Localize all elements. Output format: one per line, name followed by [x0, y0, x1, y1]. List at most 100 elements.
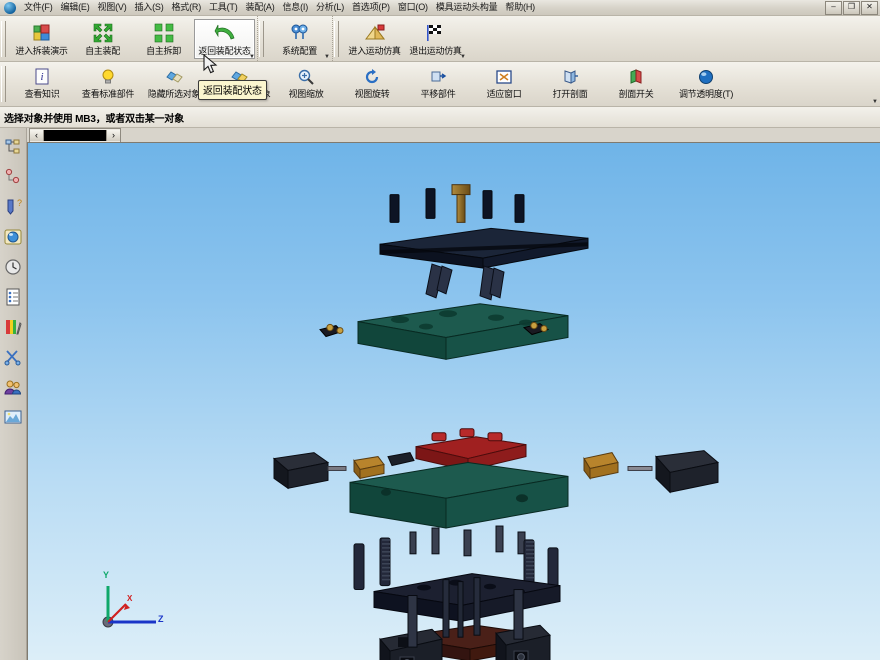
- sprue-bushing: [451, 184, 471, 223]
- menu-analysis[interactable]: 分析(L): [312, 1, 348, 14]
- hide-object-icon: [165, 66, 183, 87]
- viewport-active-tab[interactable]: [44, 129, 106, 141]
- menu-window[interactable]: 窗口(O): [394, 1, 432, 14]
- colored-blocks-icon: [32, 23, 52, 44]
- picture-browser-button[interactable]: [1, 402, 25, 431]
- people-roles-button[interactable]: [1, 372, 25, 401]
- button-label: 自主拆卸: [146, 45, 181, 56]
- menu-insert[interactable]: 插入(S): [131, 1, 168, 14]
- toolbar-grip[interactable]: [334, 20, 339, 57]
- restore-button[interactable]: ❐: [843, 1, 860, 15]
- blue-sphere-icon: [697, 66, 715, 87]
- secondary-toolbar: i 查看知识 查看标准部件 隐藏所选对象 视图缩放 视图旋转 平移部件 适应窗口…: [0, 62, 880, 107]
- toolbar-overflow-chevron-icon[interactable]: ▼: [324, 54, 330, 60]
- axis-label-x: X: [127, 594, 133, 603]
- menu-information[interactable]: 信息(I): [279, 1, 313, 14]
- app-sphere-icon: [4, 1, 16, 14]
- button-label: 系统配置: [282, 45, 317, 56]
- rotate-circle-icon: [363, 66, 381, 87]
- free-assembly-button[interactable]: 自主装配: [72, 19, 133, 59]
- pan-part-button[interactable]: 平移部件: [405, 62, 471, 106]
- system-configuration-button[interactable]: 系统配置 ▼: [269, 19, 330, 60]
- axis-label-z: Z: [158, 614, 164, 624]
- info-book-icon: i: [33, 66, 51, 87]
- green-arrows-in-icon: [93, 23, 113, 44]
- minimize-button[interactable]: –: [825, 1, 842, 15]
- scissors-tool-button[interactable]: [1, 342, 25, 371]
- cue-text: 选择对象并使用 MB3，或者双击某一对象: [4, 113, 184, 125]
- status-cue-line: 选择对象并使用 MB3，或者双击某一对象: [0, 107, 880, 128]
- section-switch-icon: [627, 66, 645, 87]
- tooltip-return-to-assembled-state: 返回装配状态: [198, 80, 267, 100]
- close-button[interactable]: ✕: [861, 1, 878, 15]
- toolbar-overflow-chevron-icon[interactable]: ▼: [872, 99, 878, 105]
- enter-motion-simulation-button[interactable]: 进入运动仿真: [344, 19, 405, 59]
- graphics-viewport[interactable]: Y Z X: [27, 142, 880, 660]
- level-upper-cavity-plate: [319, 303, 569, 360]
- reuse-library-button[interactable]: [1, 222, 25, 251]
- menu-format[interactable]: 格式(R): [168, 1, 206, 14]
- toolbar-grip[interactable]: [1, 66, 6, 102]
- main-body: ? ‹ › Y Z X: [0, 127, 880, 660]
- button-label: 打开剖面: [552, 89, 588, 99]
- button-label: 进入运动仿真: [348, 45, 401, 56]
- adjust-transparency-button[interactable]: 调节透明度(T) ▼: [669, 62, 878, 106]
- coordinate-triad: Y Z X: [90, 570, 180, 642]
- svg-text:i: i: [40, 71, 43, 83]
- menu-help[interactable]: 帮助(H): [501, 1, 539, 14]
- color-palette-button[interactable]: [1, 312, 25, 341]
- scroll-right-arrow-icon[interactable]: ›: [106, 129, 120, 141]
- toolbar-overflow-chevron-icon[interactable]: ▼: [249, 54, 255, 60]
- level-ejector-plate: [353, 537, 561, 622]
- section-toggle-button[interactable]: 剖面开关: [603, 62, 669, 106]
- assembly-demo-group: 进入拆装演示 自主装配 自主拆卸 返回装配状态 ▼: [9, 16, 258, 61]
- model-exploded-view: Y Z X: [28, 143, 880, 660]
- menu-mold-motion[interactable]: 模具运动头构量: [432, 1, 502, 14]
- return-to-assembled-state-button[interactable]: 返回装配状态 ▼: [194, 18, 255, 60]
- scroll-left-arrow-icon[interactable]: ‹: [30, 129, 44, 141]
- fit-window-icon: [495, 66, 513, 87]
- menu-edit[interactable]: 编辑(E): [57, 1, 94, 14]
- enter-disassembly-demo-button[interactable]: 进入拆装演示: [11, 19, 72, 59]
- menu-assembly[interactable]: 装配(A): [242, 1, 279, 14]
- view-knowledge-button[interactable]: i 查看知识: [9, 62, 75, 106]
- menu-view[interactable]: 视图(V): [94, 1, 131, 14]
- window-controls: – ❐ ✕: [825, 1, 878, 15]
- motion-simulation-group: 进入运动仿真 退出运动仿真 ▼: [342, 16, 468, 61]
- button-label: 隐藏所选对象: [147, 89, 201, 99]
- side-hardware-left: [319, 323, 344, 338]
- menu-tools[interactable]: 工具(T): [205, 1, 242, 14]
- clock-history-button[interactable]: [1, 252, 25, 281]
- toolbar-grip[interactable]: [1, 20, 6, 57]
- system-materials-button[interactable]: [1, 282, 25, 311]
- checkered-flag-icon: [425, 23, 447, 44]
- open-section-button[interactable]: 打开剖面: [537, 62, 603, 106]
- menu-preferences[interactable]: 首选项(P): [348, 1, 394, 14]
- lightbulb-icon: [99, 66, 117, 87]
- view-rotate-button[interactable]: 视图旋转: [339, 62, 405, 106]
- pan-move-icon: [429, 66, 447, 87]
- toolbar-overflow-chevron-icon[interactable]: ▼: [460, 54, 466, 60]
- green-arrows-out-icon: [154, 23, 174, 44]
- assembly-navigator-button[interactable]: [1, 132, 25, 161]
- button-label: 视图旋转: [354, 89, 390, 99]
- viewport-tab-scroller[interactable]: ‹ ›: [29, 127, 121, 143]
- free-disassembly-button[interactable]: 自主拆卸: [133, 19, 194, 59]
- view-standard-parts-button[interactable]: 查看标准部件: [75, 62, 141, 106]
- button-label: 视图缩放: [288, 89, 324, 99]
- exit-motion-simulation-button[interactable]: 退出运动仿真 ▼: [405, 19, 466, 60]
- menu-file[interactable]: 文件(F): [20, 1, 57, 14]
- constraint-navigator-button[interactable]: [1, 162, 25, 191]
- view-zoom-button[interactable]: 视图缩放: [273, 62, 339, 106]
- toolbar-grip[interactable]: [259, 20, 264, 57]
- axis-label-y: Y: [103, 570, 110, 580]
- right-slide-block: [583, 450, 720, 494]
- zoom-magnifier-icon: [297, 66, 315, 87]
- level-top-clamp-plate: [379, 184, 589, 301]
- primary-toolbar: 进入拆装演示 自主装配 自主拆卸 返回装配状态 ▼ 系统配置 ▼ 进入运动仿真 …: [0, 16, 880, 62]
- button-label: 进入拆装演示: [15, 45, 68, 56]
- fit-to-window-button[interactable]: 适应窗口: [471, 62, 537, 106]
- part-navigator-button[interactable]: ?: [1, 192, 25, 221]
- button-label: 退出运动仿真: [409, 45, 462, 56]
- open-section-icon: [561, 66, 579, 87]
